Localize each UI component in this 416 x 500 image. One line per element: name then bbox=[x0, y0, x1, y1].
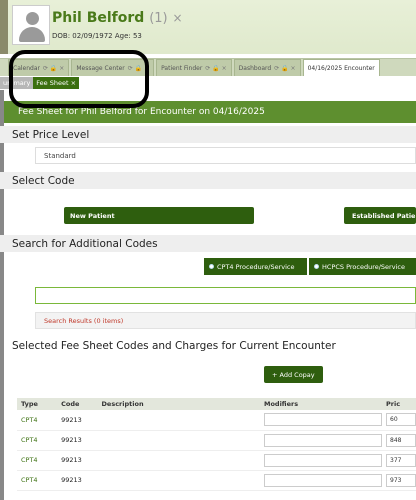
row-price-cell: 848 bbox=[382, 430, 416, 451]
patient-header: Phil Belford (1) × DOB: 02/09/1972 Age: … bbox=[0, 0, 416, 54]
col-description: Description bbox=[97, 398, 260, 410]
price-input[interactable]: 377 bbox=[386, 453, 416, 467]
table-row: CPT4 99213 377 bbox=[17, 450, 416, 471]
tab-message-center[interactable]: Message Center ⟳ 🔒 × bbox=[71, 59, 155, 76]
new-patient-button[interactable]: New Patient bbox=[64, 207, 254, 224]
tab-calendar[interactable]: Calendar ⟳ 🔒 × bbox=[8, 59, 70, 76]
subtab-fee-sheet[interactable]: Fee Sheet × bbox=[33, 77, 80, 89]
row-code: 99213 bbox=[57, 450, 98, 471]
patient-name-text[interactable]: Phil Belford bbox=[52, 10, 144, 26]
row-type: CPT4 bbox=[17, 410, 58, 431]
col-modifiers: Modifiers bbox=[259, 398, 382, 410]
patient-name[interactable]: Phil Belford (1) × bbox=[52, 10, 183, 26]
row-description bbox=[97, 430, 260, 451]
add-copay-button[interactable]: + Add Copay bbox=[264, 366, 323, 383]
patient-close-icon[interactable]: × bbox=[172, 11, 182, 25]
tab-label: Message Center bbox=[76, 64, 125, 72]
row-price-cell: 377 bbox=[382, 450, 416, 471]
left-edge-strip bbox=[0, 90, 4, 500]
row-code: 99213 bbox=[57, 470, 98, 491]
row-code: 99213 bbox=[57, 430, 98, 451]
price-input[interactable]: 60 bbox=[386, 413, 416, 427]
tab-controls-icon[interactable]: ⟳ 🔒 × bbox=[205, 65, 226, 72]
table-row: CPT4 99213 973 bbox=[17, 470, 416, 491]
row-price-cell: 60 bbox=[382, 410, 416, 431]
tab-controls-icon[interactable]: ⟳ 🔒 × bbox=[43, 65, 64, 72]
patient-count: (1) bbox=[149, 11, 168, 26]
subtab-summary[interactable]: ummary bbox=[0, 77, 34, 89]
codes-table: Type Code Description Modifiers Pric CPT… bbox=[17, 398, 416, 491]
price-input[interactable]: 848 bbox=[386, 433, 416, 447]
tab-dashboard[interactable]: Dashboard ⟳ 🔒 × bbox=[233, 59, 301, 76]
tab-bar: Calendar ⟳ 🔒 × Message Center ⟳ 🔒 × Pati… bbox=[0, 58, 416, 76]
tab-controls-icon[interactable]: ⟳ 🔒 × bbox=[128, 65, 149, 72]
cpt4-radio[interactable]: CPT4 Procedure/Service bbox=[204, 258, 307, 275]
modifier-input[interactable] bbox=[263, 473, 382, 487]
tab-encounter[interactable]: 04/16/2025 Encounter bbox=[302, 59, 380, 76]
radio-selected-icon bbox=[209, 264, 214, 269]
price-input[interactable]: 973 bbox=[386, 473, 416, 487]
avatar-body bbox=[19, 27, 45, 42]
table-row: CPT4 99213 848 bbox=[17, 430, 416, 451]
avatar bbox=[12, 5, 50, 45]
table-row: CPT4 99213 60 bbox=[17, 410, 416, 431]
cpt4-label: CPT4 Procedure/Service bbox=[217, 262, 295, 271]
page-title: Fee Sheet for Phil Belford for Encounter… bbox=[4, 101, 416, 123]
row-modifier-cell bbox=[259, 430, 382, 451]
select-code-heading: Select Code bbox=[0, 172, 416, 189]
search-results-toggle[interactable]: Search Results (0 items) bbox=[35, 312, 416, 329]
tab-controls-icon[interactable]: ⟳ 🔒 × bbox=[274, 65, 295, 72]
tab-label: Dashboard bbox=[238, 64, 272, 72]
row-type: CPT4 bbox=[17, 470, 58, 491]
col-code: Code bbox=[57, 398, 98, 410]
tab-label: Calendar bbox=[13, 64, 40, 72]
row-modifier-cell bbox=[259, 410, 382, 431]
code-search-input[interactable] bbox=[35, 287, 416, 304]
price-level-heading: Set Price Level bbox=[0, 126, 416, 143]
row-price-cell: 973 bbox=[382, 470, 416, 491]
avatar-head bbox=[26, 12, 39, 25]
row-type: CPT4 bbox=[17, 450, 58, 471]
tab-label: 04/16/2025 Encounter bbox=[307, 64, 375, 72]
row-type: CPT4 bbox=[17, 430, 58, 451]
tab-patient-finder[interactable]: Patient Finder ⟳ 🔒 × bbox=[156, 59, 232, 76]
established-patient-button[interactable]: Established Patie bbox=[344, 207, 416, 224]
hcpcs-radio[interactable]: HCPCS Procedure/Service bbox=[309, 258, 416, 275]
row-description bbox=[97, 450, 260, 471]
selected-codes-heading: Selected Fee Sheet Codes and Charges for… bbox=[12, 340, 336, 352]
subtab-fee-label: Fee Sheet bbox=[36, 79, 69, 87]
row-modifier-cell bbox=[259, 450, 382, 471]
col-price: Pric bbox=[382, 398, 416, 410]
additional-codes-heading: Search for Additional Codes bbox=[0, 235, 416, 252]
table-header-row: Type Code Description Modifiers Pric bbox=[17, 398, 416, 410]
radio-icon bbox=[314, 264, 319, 269]
col-type: Type bbox=[17, 398, 58, 410]
price-level-select[interactable]: Standard bbox=[35, 147, 416, 164]
sub-tabs: ummary Fee Sheet × bbox=[0, 77, 80, 89]
modifier-input[interactable] bbox=[263, 453, 382, 467]
modifier-input[interactable] bbox=[263, 433, 382, 447]
row-code: 99213 bbox=[57, 410, 98, 431]
subtab-close-icon[interactable]: × bbox=[71, 79, 76, 87]
patient-dob: DOB: 02/09/1972 Age: 53 bbox=[52, 32, 142, 40]
tab-label: Patient Finder bbox=[161, 64, 203, 72]
hcpcs-label: HCPCS Procedure/Service bbox=[322, 262, 405, 271]
modifier-input[interactable] bbox=[263, 413, 382, 427]
row-modifier-cell bbox=[259, 470, 382, 491]
row-description bbox=[97, 410, 260, 431]
row-description bbox=[97, 470, 260, 491]
